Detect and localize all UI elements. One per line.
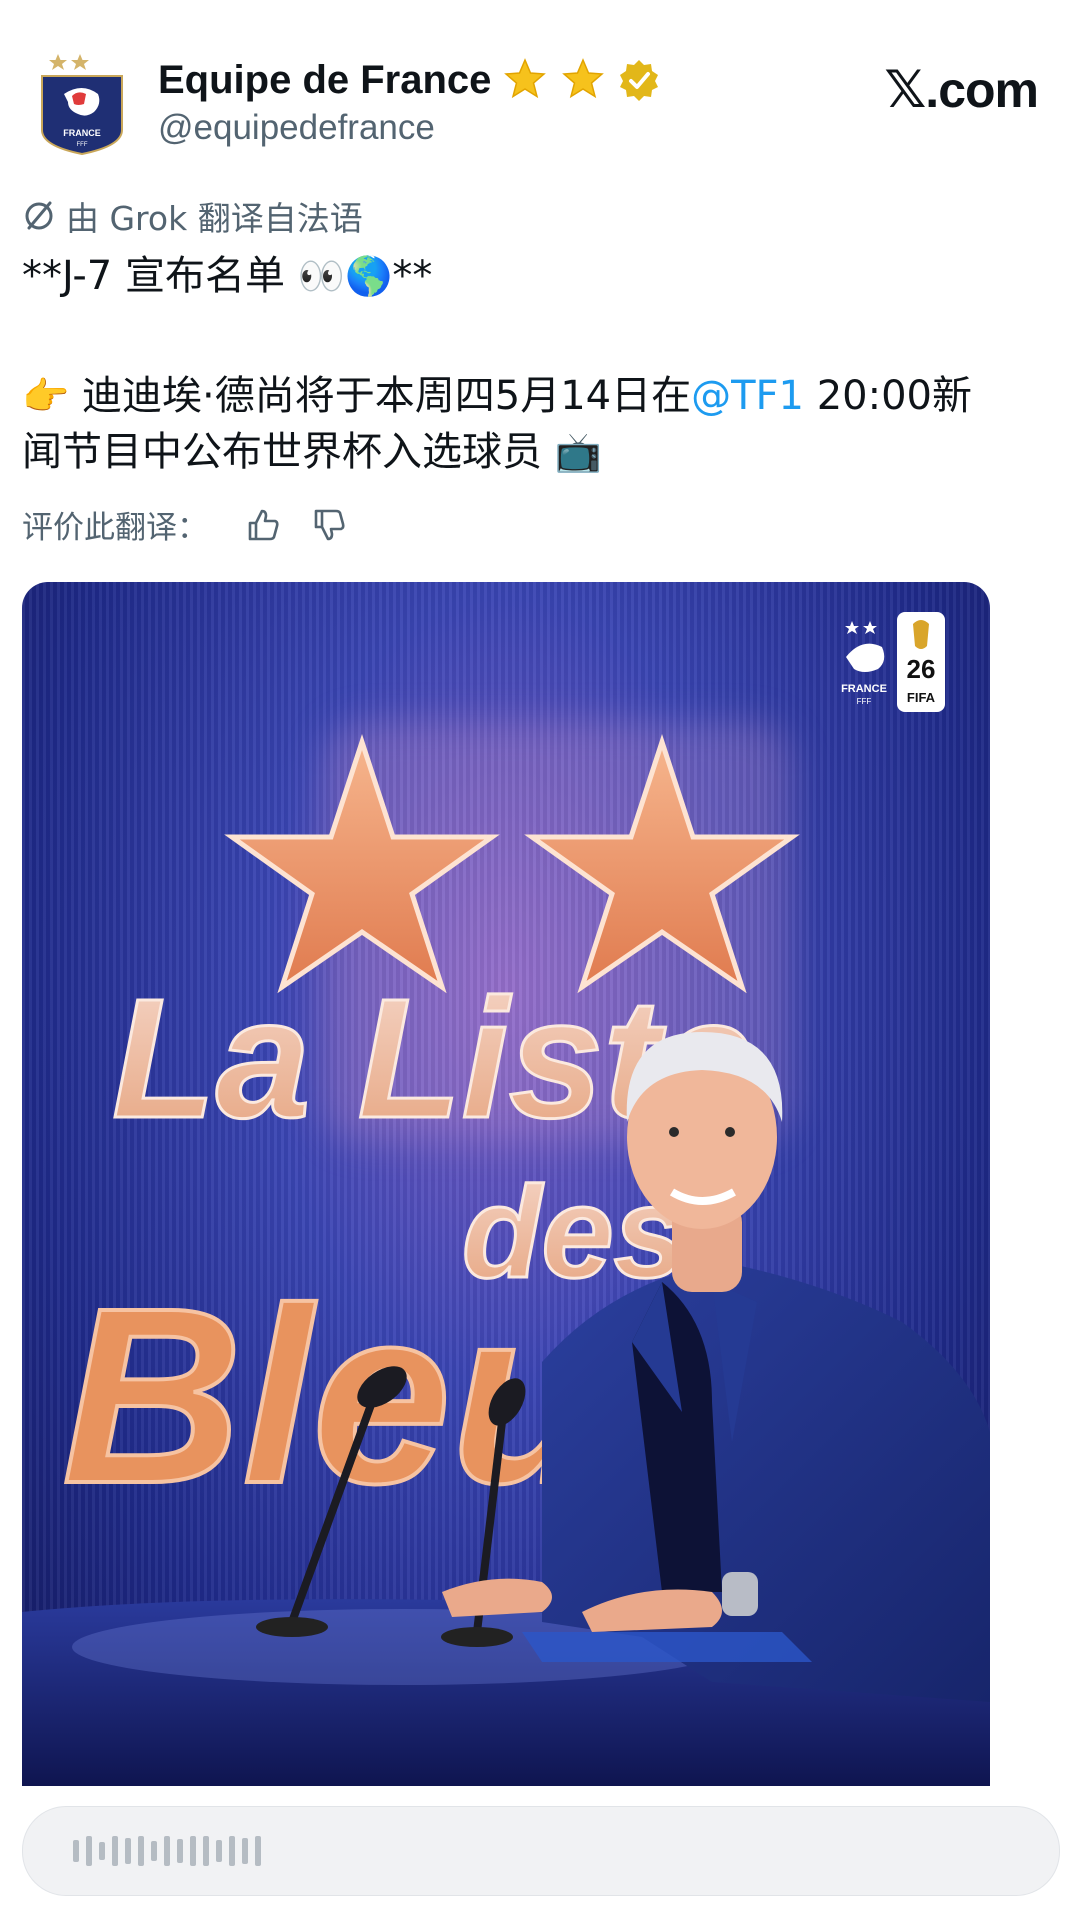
mention-link[interactable]: @TF1 [691,373,804,419]
avatar-star-left [49,54,67,70]
verified-badge-icon [620,60,659,101]
display-name[interactable]: Equipe de France [158,58,491,103]
big-star-left [224,733,500,994]
svg-text:FRANCE: FRANCE [841,683,887,695]
handle[interactable]: @equipedefrance [158,108,435,148]
avatar-text: FRANCE [63,128,101,138]
media-artwork: La Liste des Bleus FRANCE FFF 26 FIFA [22,612,990,1786]
blurred-placeholder-icon [73,1836,261,1866]
svg-text:FIFA: FIFA [907,690,936,705]
translation-note-text: 由 Grok 翻译自法语 [66,199,363,238]
rate-translation-row: 评价此翻译： [22,502,348,547]
reply-input[interactable] [22,1806,1060,1896]
tweet-line-1: **J-7 宣布名单 👀🌎** [22,248,432,304]
svg-text:FFF: FFF [857,697,872,706]
tv-emoji: 📺 [554,430,603,474]
avatar-subtext: FFF [77,142,88,148]
big-star-right [524,733,800,994]
thumbs-down-icon[interactable] [310,506,348,544]
site-logo: 𝕏.com [884,60,1039,120]
avatar-star-right [71,54,89,70]
pointing-hand-emoji: 👉 [22,374,70,418]
translation-note[interactable]: 由 Grok 翻译自法语 [22,192,363,240]
reply-placeholder [73,1831,261,1871]
post-image[interactable]: La Liste des Bleus FRANCE FFF 26 FIFA [22,582,990,1786]
tweet-line-3: 👉 迪迪埃·德尚将于本周四5月14日在@TF1 20:00新 [22,368,972,424]
site-domain: .com [925,62,1039,118]
thumbs-up-icon[interactable] [244,506,282,544]
translate-icon [25,201,53,230]
federation-logo: FRANCE FFF [841,621,887,706]
svg-text:26: 26 [907,654,936,684]
avatar[interactable]: FRANCE FFF [38,46,126,156]
tweet-line-3-after: 20:00新 [804,373,972,419]
tweet-line-4: 闻节目中公布世界杯入选球员 📺 [22,424,602,480]
world-cup-logo: 26 FIFA [897,612,945,712]
tweet-line-3-text: 迪迪埃·德尚将于本周四5月14日在 [69,373,692,419]
eyes-globe-emoji: 👀🌎 [297,254,393,298]
x-logo-icon: 𝕏 [884,60,926,120]
tweet-line-1-suffix: ** [392,253,433,299]
tweet-line-1-text: **J-7 宣布名单 [22,253,298,299]
tweet-line-4-text: 闻节目中公布世界杯入选球员 [22,429,555,475]
display-name-row: Equipe de France [158,52,661,108]
rate-translation-label: 评价此翻译： [22,510,208,546]
star-badge-icon [504,58,547,99]
star-badge-icon [562,58,605,99]
